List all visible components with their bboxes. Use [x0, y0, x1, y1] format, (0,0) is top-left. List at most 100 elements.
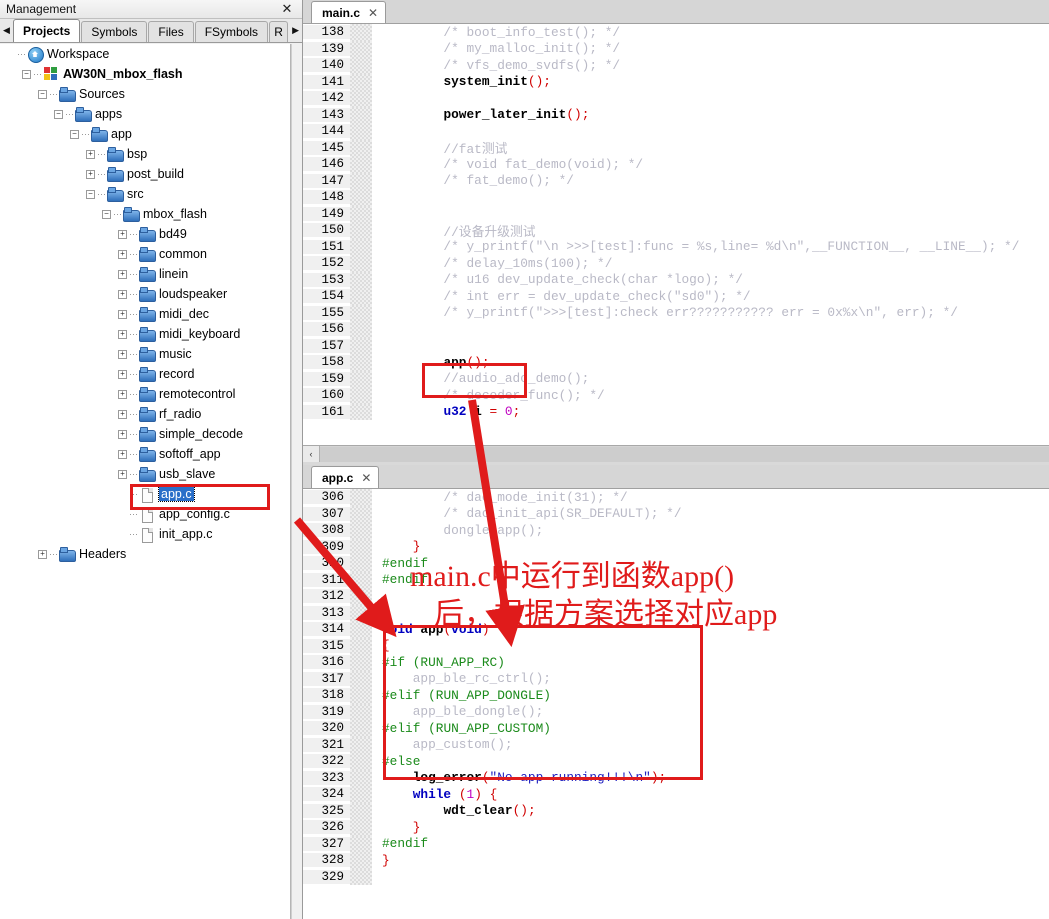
- editor-tab-app-c[interactable]: app.c ✕: [311, 466, 380, 488]
- fold-margin[interactable]: [350, 106, 372, 123]
- expand-icon[interactable]: +: [118, 349, 127, 359]
- fold-margin[interactable]: [350, 139, 372, 156]
- scroll-thumb[interactable]: [320, 446, 1049, 462]
- tree-item-loudspeaker[interactable]: + loudspeaker: [0, 284, 290, 304]
- project-tree[interactable]: Workspace − AW30N_mbox_flash − Sources − apps −…: [0, 44, 291, 919]
- collapse-icon[interactable]: −: [22, 69, 31, 79]
- editor-tab-main-c-close-icon[interactable]: ✕: [368, 6, 378, 20]
- collapse-icon[interactable]: −: [38, 89, 47, 99]
- fold-margin[interactable]: [350, 57, 372, 74]
- fold-margin[interactable]: [350, 403, 372, 420]
- fold-margin[interactable]: [350, 205, 372, 222]
- tree-item-post-build[interactable]: + post_build: [0, 164, 290, 184]
- editor-body-app-c[interactable]: 306 /* dac_mode_init(31); */307 /* dac_i…: [303, 489, 1049, 919]
- editor-tab-main-c[interactable]: main.c ✕: [311, 1, 387, 23]
- tree-item-src[interactable]: − src: [0, 184, 290, 204]
- close-icon[interactable]: ✕: [272, 0, 302, 18]
- tree-item-apps[interactable]: − apps: [0, 104, 290, 124]
- tree-item-bsp[interactable]: + bsp: [0, 144, 290, 164]
- fold-margin[interactable]: [350, 40, 372, 57]
- fold-margin[interactable]: [350, 288, 372, 305]
- expand-icon[interactable]: +: [118, 429, 127, 439]
- fold-margin[interactable]: [350, 868, 372, 885]
- tab-projects[interactable]: Projects: [12, 19, 81, 42]
- tab-files[interactable]: Files: [148, 21, 194, 42]
- tree-item-mbox-flash[interactable]: − mbox_flash: [0, 204, 290, 224]
- tree-item-usb-slave[interactable]: + usb_slave: [0, 464, 290, 484]
- fold-margin[interactable]: [350, 189, 372, 206]
- tree-item-softoff-app[interactable]: + softoff_app: [0, 444, 290, 464]
- tree-item-app-config-c[interactable]: app_config.c: [0, 504, 290, 524]
- fold-margin[interactable]: [350, 271, 372, 288]
- tree-item-midi-keyboard[interactable]: + midi_keyboard: [0, 324, 290, 344]
- fold-margin[interactable]: [350, 505, 372, 522]
- expand-icon[interactable]: +: [118, 389, 127, 399]
- fold-margin[interactable]: [350, 786, 372, 803]
- fold-margin[interactable]: [350, 24, 372, 41]
- fold-margin[interactable]: [350, 255, 372, 272]
- tree-item-app-c[interactable]: app.c: [0, 484, 290, 504]
- fold-margin[interactable]: [350, 321, 372, 338]
- fold-margin[interactable]: [350, 238, 372, 255]
- tree-item-common[interactable]: + common: [0, 244, 290, 264]
- tree-item-app[interactable]: − app: [0, 124, 290, 144]
- fold-margin[interactable]: [350, 819, 372, 836]
- fold-margin[interactable]: [350, 604, 372, 621]
- expand-icon[interactable]: +: [118, 289, 127, 299]
- tab-scroll-left-icon[interactable]: ◀: [0, 19, 13, 42]
- collapse-icon[interactable]: −: [86, 189, 95, 199]
- tree-item-remotecontrol[interactable]: + remotecontrol: [0, 384, 290, 404]
- fold-margin[interactable]: [350, 720, 372, 737]
- main-c-horizontal-scrollbar[interactable]: ‹: [303, 445, 1049, 462]
- editor-tab-app-c-close-icon[interactable]: ✕: [361, 471, 371, 485]
- fold-margin[interactable]: [350, 588, 372, 605]
- fold-margin[interactable]: [350, 370, 372, 387]
- collapse-icon[interactable]: −: [54, 109, 63, 119]
- code-area-main-c[interactable]: 138 /* boot_info_test(); */139 /* my_mal…: [303, 24, 1049, 462]
- collapse-icon[interactable]: −: [102, 209, 111, 219]
- fold-margin[interactable]: [350, 703, 372, 720]
- tree-item-rf-radio[interactable]: + rf_radio: [0, 404, 290, 424]
- expand-icon[interactable]: +: [86, 149, 95, 159]
- fold-margin[interactable]: [350, 304, 372, 321]
- collapse-icon[interactable]: −: [70, 129, 79, 139]
- scroll-left-icon[interactable]: ‹: [303, 446, 320, 462]
- fold-margin[interactable]: [350, 852, 372, 869]
- tree-item-init-app-c[interactable]: init_app.c: [0, 524, 290, 544]
- fold-margin[interactable]: [350, 555, 372, 572]
- fold-margin[interactable]: [350, 571, 372, 588]
- fold-margin[interactable]: [350, 670, 372, 687]
- expand-icon[interactable]: +: [86, 169, 95, 179]
- editor-body-main-c[interactable]: 138 /* boot_info_test(); */139 /* my_mal…: [303, 24, 1049, 462]
- fold-margin[interactable]: [350, 90, 372, 107]
- management-vertical-scrollbar[interactable]: [291, 44, 302, 919]
- expand-icon[interactable]: +: [118, 309, 127, 319]
- fold-margin[interactable]: [350, 522, 372, 539]
- expand-icon[interactable]: +: [118, 229, 127, 239]
- tree-item-music[interactable]: + music: [0, 344, 290, 364]
- fold-margin[interactable]: [350, 489, 372, 506]
- expand-icon[interactable]: +: [118, 249, 127, 259]
- fold-margin[interactable]: [350, 687, 372, 704]
- tab-fsymbols[interactable]: FSymbols: [194, 21, 269, 42]
- fold-margin[interactable]: [350, 621, 372, 638]
- fold-margin[interactable]: [350, 172, 372, 189]
- tree-item-midi-dec[interactable]: + midi_dec: [0, 304, 290, 324]
- tree-item-bd49[interactable]: + bd49: [0, 224, 290, 244]
- expand-icon[interactable]: +: [118, 329, 127, 339]
- tree-item-linein[interactable]: + linein: [0, 264, 290, 284]
- tree-item-headers[interactable]: + Headers: [0, 544, 290, 564]
- fold-margin[interactable]: [350, 802, 372, 819]
- expand-icon[interactable]: +: [118, 269, 127, 279]
- fold-margin[interactable]: [350, 736, 372, 753]
- tab-scroll-right-icon[interactable]: ▶: [289, 19, 303, 42]
- fold-margin[interactable]: [350, 337, 372, 354]
- fold-margin[interactable]: [350, 387, 372, 404]
- tree-item-sources[interactable]: − Sources: [0, 84, 290, 104]
- code-area-app-c[interactable]: 306 /* dac_mode_init(31); */307 /* dac_i…: [303, 489, 1049, 919]
- fold-margin[interactable]: [350, 156, 372, 173]
- tree-item-record[interactable]: + record: [0, 364, 290, 384]
- expand-icon[interactable]: +: [118, 369, 127, 379]
- fold-margin[interactable]: [350, 538, 372, 555]
- tab-symbols[interactable]: Symbols: [81, 21, 148, 42]
